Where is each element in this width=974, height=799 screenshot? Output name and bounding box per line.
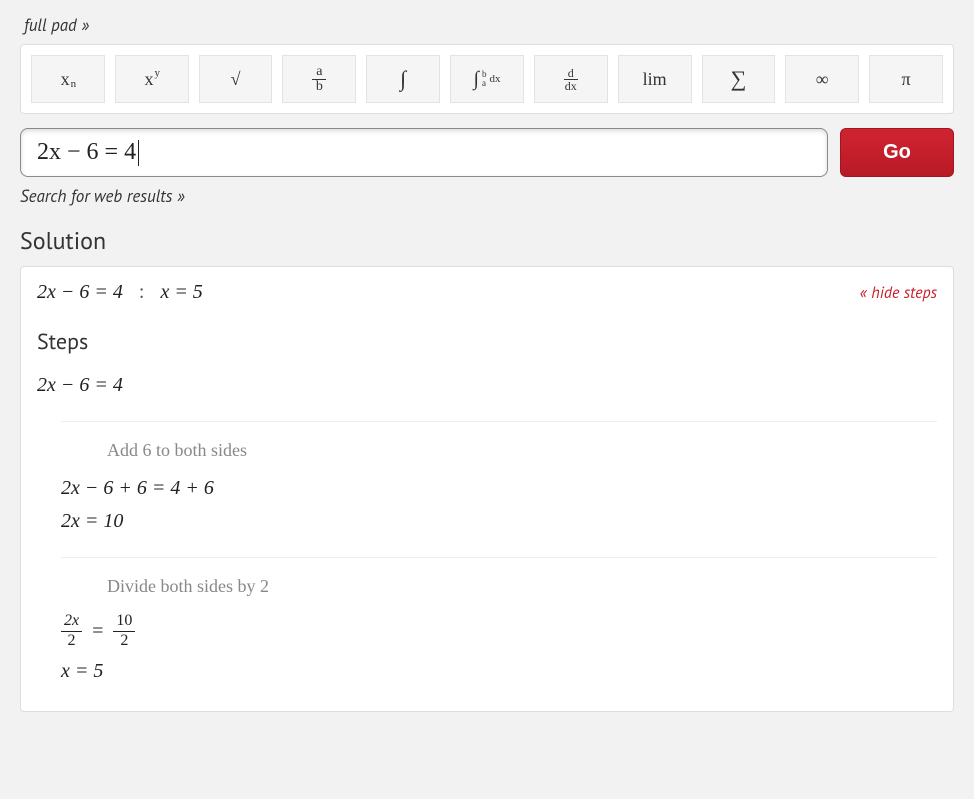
pad-subscript-n: n: [71, 78, 77, 90]
pad-subscript-button[interactable]: xn: [31, 55, 105, 103]
pad-sqrt-button[interactable]: √: [199, 55, 273, 103]
frac-left: 2x 2: [61, 613, 82, 650]
pad-superscript-button[interactable]: xy: [115, 55, 189, 103]
step-initial: 2x − 6 = 4: [37, 374, 937, 397]
equation-input-value: 2x − 6 = 4: [37, 139, 136, 166]
full-pad-link[interactable]: full pad »: [20, 12, 93, 38]
steps-heading: Steps: [37, 328, 937, 356]
fraction-icon: a b: [312, 65, 327, 94]
web-results-link[interactable]: Search for web results »: [20, 185, 185, 207]
infinity-icon: ∞: [816, 69, 829, 90]
step-block-1: Add 6 to both sides 2x − 6 + 6 = 4 + 6 2…: [61, 421, 937, 533]
pad-derivative-button[interactable]: d dx: [534, 55, 608, 103]
frac-right: 10 2: [113, 613, 135, 650]
solution-answer: x = 5: [160, 281, 202, 304]
go-button[interactable]: Go: [840, 128, 954, 177]
pad-infinity-button[interactable]: ∞: [785, 55, 859, 103]
solution-colon: :: [139, 281, 145, 304]
step1-line1: 2x − 6 + 6 = 4 + 6: [61, 477, 937, 500]
integral-icon: ∫: [400, 66, 406, 92]
limit-icon: lim: [643, 69, 667, 90]
solution-heading: Solution: [20, 225, 954, 256]
solution-panel: 2x − 6 = 4 : x = 5 « hide steps Steps 2x…: [20, 266, 954, 712]
pad-subscript-x: x: [61, 69, 70, 90]
sqrt-icon: √: [231, 69, 241, 90]
sum-icon: ∑: [731, 66, 747, 92]
pad-integral-button[interactable]: ∫: [366, 55, 440, 103]
solution-problem: 2x − 6 = 4: [37, 281, 123, 304]
pad-definite-integral-button[interactable]: ∫ b a dx: [450, 55, 524, 103]
pi-icon: π: [901, 69, 910, 90]
step-explain-2: Divide both sides by 2: [107, 576, 937, 597]
pad-fraction-button[interactable]: a b: [282, 55, 356, 103]
step2-line2: x = 5: [61, 660, 937, 683]
pad-superscript-x: x: [144, 69, 153, 90]
pad-limit-button[interactable]: lim: [618, 55, 692, 103]
pad-sum-button[interactable]: ∑: [702, 55, 776, 103]
solution-summary-row: 2x − 6 = 4 : x = 5 « hide steps: [37, 281, 937, 304]
text-cursor: [138, 140, 139, 166]
equation-input[interactable]: 2x − 6 = 4: [20, 128, 828, 177]
input-row: 2x − 6 = 4 Go: [20, 128, 954, 177]
step2-line1: 2x 2 = 10 2: [61, 613, 937, 650]
derivative-icon: d dx: [561, 67, 581, 92]
definite-integral-icon: ∫ b a dx: [473, 68, 500, 91]
pad-pi-button[interactable]: π: [869, 55, 943, 103]
keypad-panel: xn xy √ a b ∫ ∫ b a dx d dx lim ∑ ∞ π: [20, 44, 954, 114]
step1-line2: 2x = 10: [61, 510, 937, 533]
solution-summary: 2x − 6 = 4 : x = 5: [37, 281, 203, 304]
pad-superscript-y: y: [154, 67, 160, 79]
step-explain-1: Add 6 to both sides: [107, 440, 937, 461]
hide-steps-link[interactable]: « hide steps: [860, 283, 937, 303]
step-block-2: Divide both sides by 2 2x 2 = 10 2 x = 5: [61, 557, 937, 683]
frac-eq: =: [92, 620, 103, 643]
